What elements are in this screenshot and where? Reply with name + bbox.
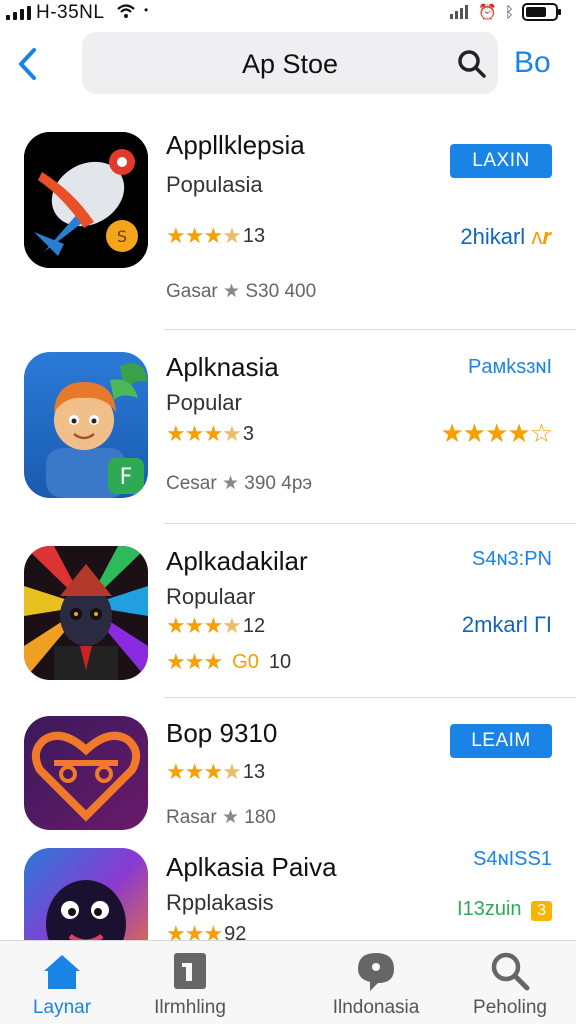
star-icon: ★: [223, 281, 241, 302]
back-button[interactable]: [12, 44, 42, 84]
app-meta: Rasar ★ 180: [166, 806, 276, 829]
right-label: S4ɴISS1: [473, 848, 552, 870]
nav-right-button[interactable]: Bo: [514, 46, 551, 80]
rating-count: 10: [268, 650, 292, 673]
wifi-icon: [116, 3, 136, 24]
tab-label: Ilrmhling: [154, 997, 226, 1018]
app-subtitle: Rpplakasis: [166, 890, 274, 915]
rating-count: 12: [242, 614, 266, 637]
tab-bar: Laynar Ilrmhling Ilndonasia Peholing: [0, 940, 576, 1024]
app-subtitle: Ropulaar: [166, 584, 256, 609]
stars-icon: ★★★: [166, 921, 223, 940]
list-item[interactable]: Aplkadakilar Ropulaar ★★★★ 12 ★★★ G0 10 …: [0, 546, 576, 698]
app-meta: Cesar ★ 390 4рэ: [166, 472, 312, 495]
square-icon: [174, 953, 206, 989]
bluetooth-icon: ᛒ: [504, 3, 514, 21]
meta-suffix: 390 4рэ: [244, 473, 313, 494]
signal-icon: [6, 6, 34, 20]
battery-icon: [522, 3, 561, 21]
star-icon: ★: [221, 473, 240, 494]
app-name: Aplknasia: [166, 352, 279, 382]
app-rating: ★★★ 92: [166, 921, 247, 941]
svg-text:F: F: [120, 465, 133, 490]
app-name: Bop 9310: [166, 718, 278, 748]
tab-ilndonasia[interactable]: Ilndonasia: [316, 949, 436, 1019]
status-bar: H-35NL • ⏰ ᛒ: [0, 0, 576, 26]
cellular-icon: [450, 5, 470, 19]
count-badge: 3: [531, 901, 552, 921]
divider: [164, 697, 576, 698]
get-button[interactable]: LEAIM: [450, 724, 552, 758]
app-rating: ★★★★ 12: [166, 613, 266, 638]
right-label-text: 2mkarl: [461, 612, 528, 637]
svg-text:S: S: [117, 227, 127, 246]
app-name: Appllklepsia: [166, 130, 305, 160]
right-label-text: I13zuin: [457, 898, 522, 920]
home-icon: [44, 955, 80, 989]
right-label: S4ɴ3:PN: [472, 548, 552, 570]
stars-icon: ★★★★: [166, 421, 242, 446]
search-title: Ap Stoe: [241, 49, 339, 79]
status-dot-icon: •: [144, 3, 149, 17]
search-icon[interactable]: [456, 48, 488, 80]
list-item[interactable]: Bop 9310 ★★★★ 13 Rasar ★ 180 LEAIM: [0, 716, 576, 842]
right-stars-icon: ★★★★☆: [440, 418, 553, 448]
tab-label: Laynar: [32, 997, 92, 1018]
rating-count: 92: [224, 922, 247, 941]
search-icon: [491, 952, 530, 991]
rating-count: 13: [242, 224, 266, 247]
app-name: Aplkasia Paiva: [166, 852, 337, 882]
rating-count: 13: [242, 760, 266, 783]
app-subtitle: Popular: [166, 390, 242, 415]
chevron-left-icon: [19, 48, 36, 80]
meta-prefix: Cesar: [166, 473, 217, 494]
app-subtitle: Populasia: [166, 172, 263, 197]
chat-icon: [358, 953, 394, 991]
meta-prefix: Rasar: [166, 807, 217, 828]
right-extra: ʌ𝒓: [531, 224, 552, 249]
get-button[interactable]: LAXIN: [450, 144, 552, 178]
meta-suffix: 180: [244, 807, 276, 828]
stars-icon: ★★★★: [166, 223, 242, 248]
stars-icon: ★★★: [166, 649, 223, 674]
right-label-secondary: I13zuin 3: [457, 898, 552, 921]
list-item[interactable]: F Aplknasia Popular ★★★★ 3 Cesar ★ 390 4…: [0, 352, 576, 524]
right-extra: ГI: [533, 612, 552, 637]
app-icon: S: [24, 132, 148, 268]
divider: [164, 523, 576, 524]
app-rating: ★★★★ 13: [166, 759, 266, 784]
app-meta: Gasar ★ S30 400: [166, 280, 316, 303]
tab-laynar[interactable]: Laynar: [2, 949, 122, 1019]
tab-label: Ilndonasia: [332, 997, 420, 1018]
app-icon: [24, 848, 148, 940]
status-time: H-35NL: [36, 2, 105, 23]
right-label: PaмkѕɜɴI: [468, 356, 552, 378]
app-rating: ★★★★ 3: [166, 421, 255, 446]
app-name: Aplkadakilar: [166, 546, 308, 576]
list-item[interactable]: Aplkasia Paiva Rpplakasis ★★★ 92 S4ɴISS1…: [0, 848, 576, 940]
tab-ilrmhling[interactable]: Ilrmhling: [130, 949, 250, 1019]
stars-icon: ★★★★: [166, 613, 242, 638]
tab-label: Peholing: [473, 997, 547, 1018]
app-icon: [24, 716, 148, 830]
stars-icon: ★★★★: [166, 759, 242, 784]
tab-peholing[interactable]: Peholing: [450, 949, 570, 1019]
divider: [164, 329, 576, 330]
right-label: 2hikarl ʌ𝒓: [460, 224, 552, 250]
rating-badge: G0: [232, 650, 259, 673]
meta-suffix: S30 400: [245, 281, 317, 302]
star-icon: ★: [221, 807, 240, 828]
app-rating-secondary: ★★★ G0 10: [166, 649, 292, 674]
search-bar[interactable]: Ap Stoe: [82, 32, 498, 94]
app-rating: ★★★★ 13: [166, 223, 266, 248]
app-icon: F: [24, 352, 148, 498]
navigation-bar: Ap Stoe Bo: [0, 30, 576, 96]
rating-count: 3: [242, 422, 255, 445]
right-label-secondary: 2mkarl ГI: [462, 612, 552, 638]
alarm-icon: ⏰: [478, 4, 497, 21]
meta-prefix: Gasar: [166, 281, 218, 302]
app-icon: [24, 546, 148, 680]
list-item[interactable]: S Appllklepsia Populasia ★★★★ 13 Gasar ★…: [0, 130, 576, 330]
right-label-text: 2hikarl: [460, 224, 526, 249]
